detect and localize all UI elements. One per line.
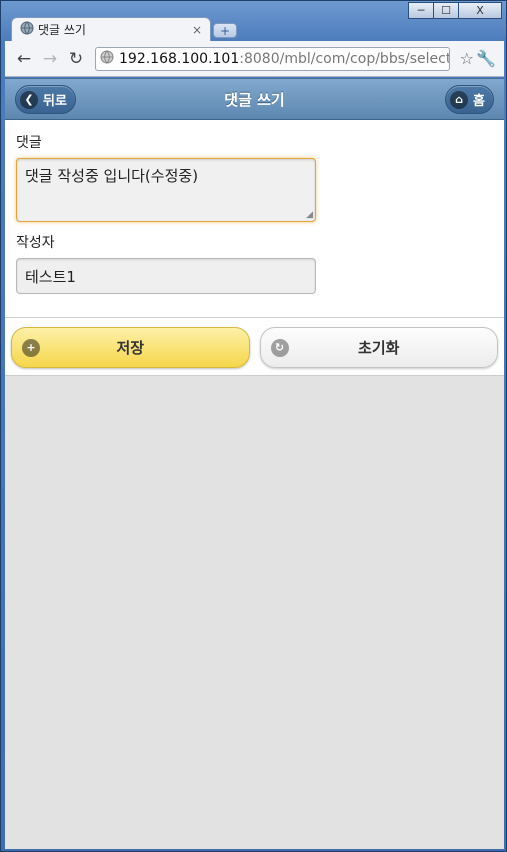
page-header: ❮ 뒤로 댓글 쓰기 ⌂ 홈 <box>5 78 504 120</box>
reload-icon[interactable]: ↻ <box>63 49 89 69</box>
browser-tab[interactable]: 댓글 쓰기 × <box>11 17 211 41</box>
new-tab-button[interactable]: + <box>213 23 237 38</box>
bookmark-star-icon[interactable]: ☆ <box>460 49 474 68</box>
comment-textarea[interactable]: 댓글 작성중 입니다(수정중) ◢ <box>16 158 316 222</box>
chevron-left-icon: ❮ <box>20 90 38 109</box>
plus-icon: + <box>22 338 40 357</box>
author-label: 작성자 <box>16 235 55 251</box>
tab-close-icon[interactable]: × <box>192 23 202 37</box>
page-icon <box>100 50 114 68</box>
back-arrow-icon[interactable]: ← <box>11 49 37 69</box>
home-label: 홈 <box>473 94 485 109</box>
comment-form: 댓글 댓글 작성중 입니다(수정중) ◢ 작성자 테스트1 <box>5 120 504 318</box>
page-title: 댓글 쓰기 <box>224 90 285 109</box>
back-label: 뒤로 <box>43 94 67 109</box>
browser-window: ─ ☐ X 댓글 쓰기 × + ← → ↻ 192.168.100.101:80… <box>0 0 507 852</box>
page-viewport: ❮ 뒤로 댓글 쓰기 ⌂ 홈 댓글 댓글 작성중 입니다(수정중) ◢ 작성자 … <box>5 78 504 849</box>
maximize-button[interactable]: ☐ <box>433 2 459 19</box>
globe-icon <box>20 21 34 38</box>
home-icon: ⌂ <box>450 90 469 109</box>
url-path: :8080/mbl/com/cop/bbs/selectE <box>239 50 450 67</box>
home-button[interactable]: ⌂ 홈 <box>445 85 494 114</box>
url-host: 192.168.100.101 <box>119 50 240 67</box>
save-button[interactable]: + 저장 <box>11 327 250 368</box>
author-input[interactable]: 테스트1 <box>16 258 316 294</box>
author-text: 테스트1 <box>25 267 76 286</box>
reset-label: 초기화 <box>358 339 400 357</box>
save-label: 저장 <box>116 339 145 357</box>
wrench-icon[interactable]: 🔧 <box>474 49 498 68</box>
window-controls: ─ ☐ X <box>408 2 502 19</box>
close-window-button[interactable]: X <box>458 2 502 19</box>
refresh-icon: ↻ <box>270 338 289 357</box>
tab-title: 댓글 쓰기 <box>38 23 86 37</box>
forward-arrow-icon[interactable]: → <box>37 49 63 69</box>
resize-grip-icon[interactable]: ◢ <box>306 210 313 220</box>
comment-text: 댓글 작성중 입니다(수정중) <box>25 167 199 185</box>
minimize-button[interactable]: ─ <box>408 2 434 19</box>
reset-button[interactable]: ↻ 초기화 <box>259 327 498 368</box>
browser-toolbar: ← → ↻ 192.168.100.101:8080/mbl/com/cop/b… <box>5 41 504 77</box>
action-buttons: + 저장 ↻ 초기화 <box>5 318 504 376</box>
comment-label: 댓글 <box>16 135 42 151</box>
address-bar[interactable]: 192.168.100.101:8080/mbl/com/cop/bbs/sel… <box>95 46 450 71</box>
back-button[interactable]: ❮ 뒤로 <box>15 85 76 114</box>
